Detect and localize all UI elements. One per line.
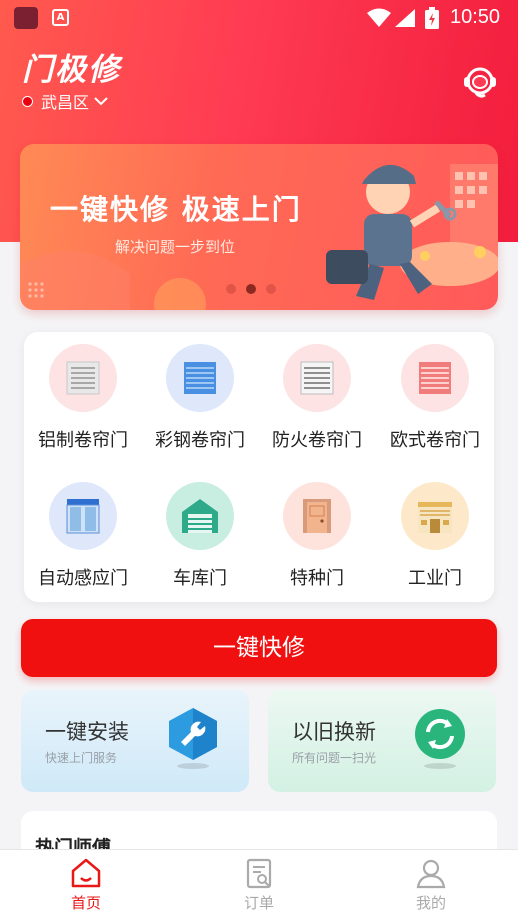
pagination-dot[interactable] [266, 284, 276, 294]
wifi-icon [367, 8, 391, 27]
industrial-door-icon [401, 482, 469, 550]
garage-door-icon [166, 482, 234, 550]
status-bar: A 10:50 [0, 0, 518, 36]
category-grid: 铝制卷帘门 彩钢卷帘门 防火卷帘门 欧式卷帘门 自动感应门 车库门 特种门 工业… [24, 332, 494, 602]
automatic-door-icon [49, 482, 117, 550]
install-subtitle: 快速上门服务 [45, 751, 118, 765]
tab-profile[interactable]: 我的 [401, 856, 461, 913]
banner-pagination [226, 284, 276, 294]
chevron-down-icon [94, 97, 108, 106]
install-service-card[interactable]: 一键安装 快速上门服务 [21, 690, 249, 792]
category-label: 欧式卷帘门 [390, 430, 480, 451]
banner-subtitle: 解决问题一步到位 [115, 238, 236, 256]
special-door-icon [283, 482, 351, 550]
quick-repair-button[interactable]: 一键快修 [21, 619, 497, 677]
refresh-icon [415, 709, 465, 769]
app-title: 门极修 [22, 52, 121, 88]
category-european-shutter[interactable]: 欧式卷帘门 [376, 344, 494, 452]
replace-subtitle: 所有问题一扫光 [292, 751, 377, 765]
home-icon [71, 858, 101, 888]
category-label: 防火卷帘门 [272, 430, 362, 451]
tab-home[interactable]: 首页 [56, 856, 116, 913]
aluminum-shutter-icon [49, 344, 117, 412]
signal-icon [395, 9, 415, 27]
category-label: 铝制卷帘门 [38, 430, 128, 451]
category-color-steel-shutter[interactable]: 彩钢卷帘门 [141, 344, 259, 452]
category-aluminum-shutter[interactable]: 铝制卷帘门 [24, 344, 142, 452]
status-time: 10:50 [450, 6, 501, 28]
install-title: 一键安装 [45, 720, 129, 744]
tab-label: 我的 [415, 894, 446, 912]
banner-title: 一键快修 极速上门 [50, 193, 302, 226]
tab-label: 首页 [70, 894, 101, 912]
pagination-dot-active[interactable] [246, 284, 256, 294]
category-special-door[interactable]: 特种门 [258, 482, 376, 590]
category-label: 彩钢卷帘门 [155, 430, 245, 451]
location-label: 武昌区 [41, 93, 90, 112]
promo-banner[interactable]: 一键快修 极速上门 解决问题一步到位 [20, 144, 498, 310]
order-icon [246, 858, 272, 889]
category-label: 工业门 [408, 568, 462, 589]
app-store-notification-icon: A [52, 9, 69, 26]
repairman-illustration [326, 164, 498, 300]
tab-orders[interactable]: 订单 [229, 856, 289, 913]
european-shutter-icon [401, 344, 469, 412]
location-selector[interactable]: 武昌区 [22, 89, 108, 113]
tab-label: 订单 [243, 894, 274, 912]
customer-service-icon[interactable] [461, 64, 499, 100]
replace-service-card[interactable]: 以旧换新 所有问题一扫光 [268, 690, 496, 792]
category-label: 特种门 [290, 568, 344, 589]
pagination-dot[interactable] [226, 284, 236, 294]
battery-icon [425, 7, 439, 29]
wrench-icon [169, 708, 217, 769]
category-automatic-door[interactable]: 自动感应门 [24, 482, 142, 590]
category-label: 自动感应门 [38, 568, 128, 589]
color-steel-shutter-icon [166, 344, 234, 412]
replace-title: 以旧换新 [292, 720, 376, 744]
category-garage-door[interactable]: 车库门 [141, 482, 259, 590]
fireproof-shutter-icon [283, 344, 351, 412]
location-dot-icon [22, 95, 33, 107]
category-label: 车库门 [173, 568, 227, 589]
category-industrial-door[interactable]: 工业门 [376, 482, 494, 590]
profile-icon [416, 859, 446, 889]
app-notification-icon [14, 7, 38, 29]
bottom-tab-bar: 首页 订单 我的 [0, 849, 518, 920]
category-fireproof-shutter[interactable]: 防火卷帘门 [258, 344, 376, 452]
